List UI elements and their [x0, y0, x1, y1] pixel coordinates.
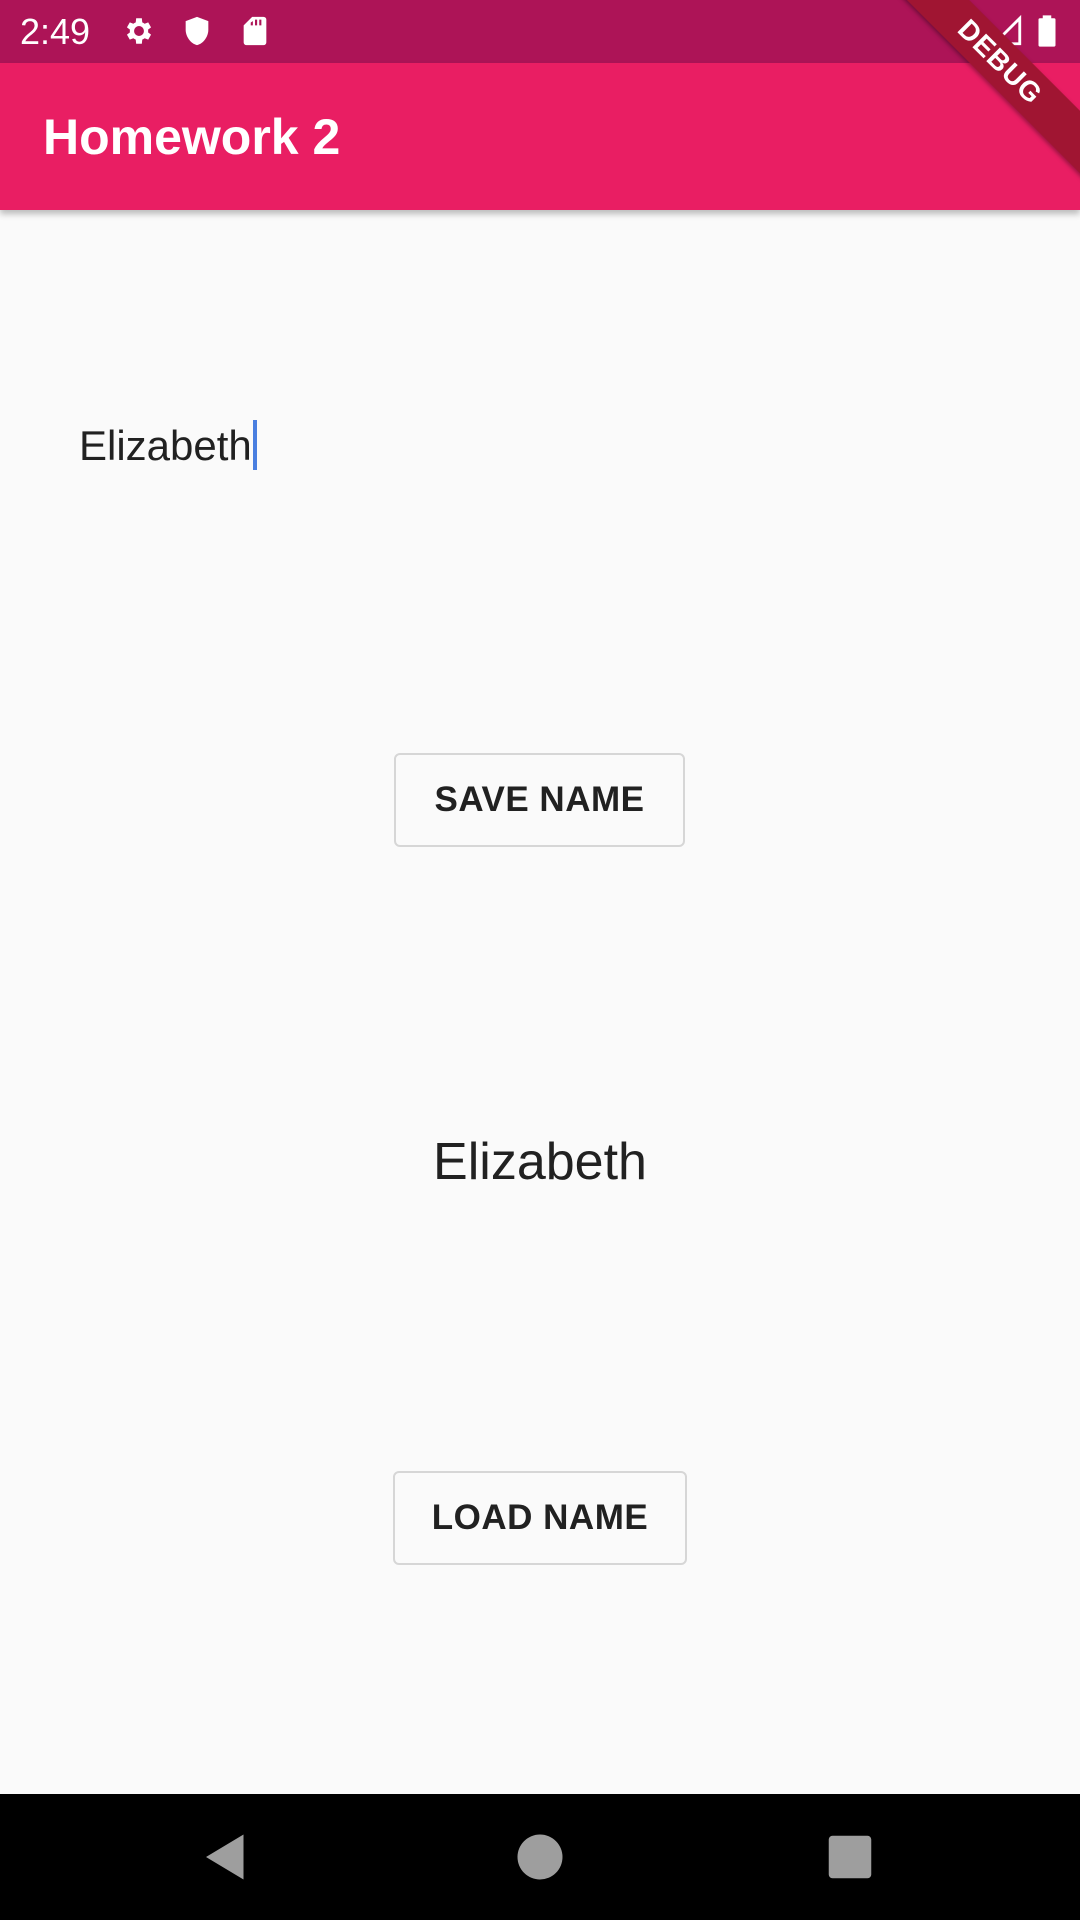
navigation-bar: [0, 1794, 1080, 1920]
home-icon[interactable]: [510, 1827, 570, 1887]
app-title: Homework 2: [43, 109, 341, 165]
battery-icon: [1032, 14, 1062, 48]
text-cursor: [252, 420, 257, 470]
name-input-value: Elizabeth: [79, 422, 252, 469]
back-icon[interactable]: [196, 1827, 256, 1887]
recents-icon[interactable]: [820, 1827, 880, 1887]
save-name-button[interactable]: SAVE NAME: [394, 753, 685, 847]
saved-name-display: Elizabeth: [433, 1133, 647, 1191]
app-bar: Homework 2: [0, 63, 1080, 210]
name-input[interactable]: Elizabeth: [79, 418, 257, 474]
sd-card-icon: [238, 14, 272, 48]
gear-icon: [122, 14, 156, 48]
load-name-button[interactable]: LOAD NAME: [393, 1471, 687, 1565]
status-time: 2:49: [20, 11, 91, 52]
shield-icon: [180, 14, 214, 48]
app-screen: 2:49 Homework 2 DEBUG Elizabeth SAVE NAM…: [0, 0, 1080, 1920]
